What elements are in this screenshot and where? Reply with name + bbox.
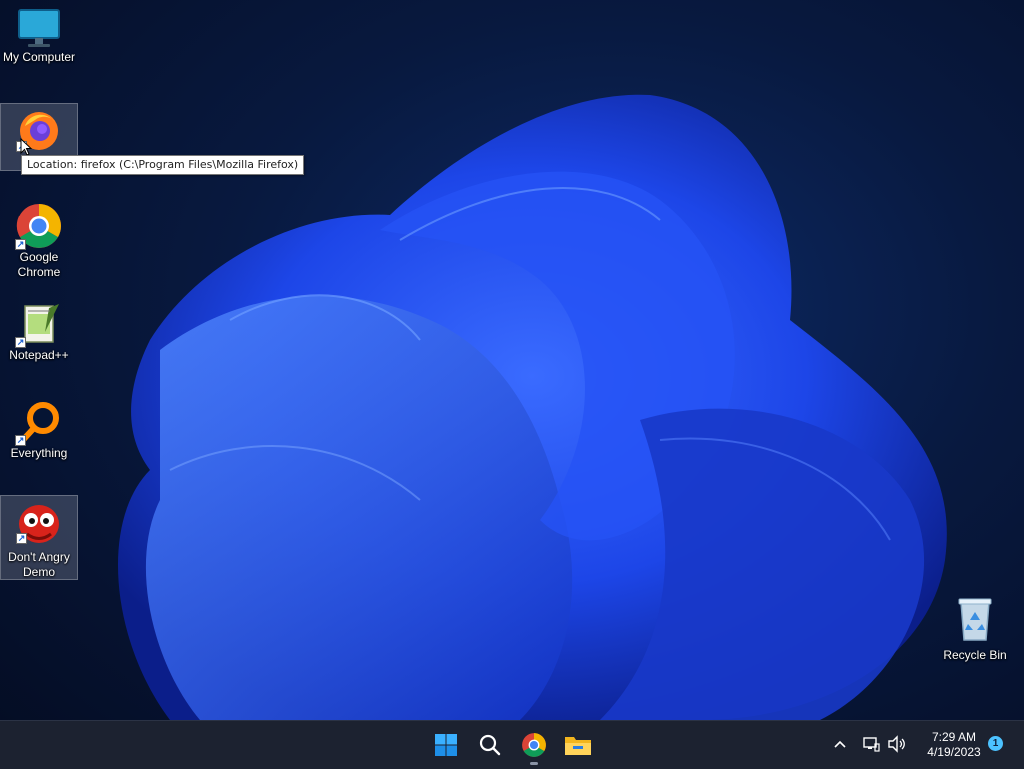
desktop-icon-recycle-bin[interactable]: Recycle Bin: [936, 596, 1014, 663]
recycle-bin-icon: [958, 598, 992, 641]
volume-button[interactable]: [887, 735, 907, 756]
monitor-icon: [18, 9, 60, 47]
chevron-up-icon: [834, 740, 846, 748]
chrome-icon: [522, 733, 546, 757]
shortcut-arrow-icon: ↗: [15, 239, 26, 250]
desktop-wallpaper: [118, 94, 947, 720]
search-button[interactable]: [474, 729, 506, 761]
desktop-icon-label: Notepad++: [9, 348, 69, 362]
start-button[interactable]: [430, 729, 462, 761]
taskbar-chrome-button[interactable]: [518, 729, 550, 761]
desktop-icon-my-computer[interactable]: My Computer: [0, 6, 78, 65]
desktop-icon-dont-angry-demo[interactable]: ↗ Don't Angry Demo: [0, 495, 78, 580]
show-hidden-icons-button[interactable]: [832, 736, 848, 755]
location-tooltip: Location: firefox (C:\Program Files\Mozi…: [21, 155, 305, 175]
desktop-icon-label: Don't Angry Demo: [8, 550, 70, 579]
search-icon: [479, 734, 501, 756]
start-icon: [435, 734, 457, 756]
mouse-cursor-icon: [20, 138, 32, 156]
desktop-icon-google-chrome[interactable]: ↗ Google Chrome: [0, 202, 78, 280]
desktop-icon-label: Everything: [10, 446, 68, 460]
network-icon: [863, 737, 880, 752]
file-explorer-button[interactable]: [562, 729, 594, 761]
speaker-icon: [888, 735, 905, 753]
shortcut-arrow-icon: ↗: [15, 435, 26, 446]
desktop-icon-label: Google Chrome: [17, 250, 61, 279]
shortcut-arrow-icon: ↗: [15, 337, 26, 348]
taskbar: 7:29 AM 4/19/2023: [0, 720, 1024, 769]
running-app-indicator: [530, 762, 538, 765]
notification-badge[interactable]: 1: [988, 736, 1003, 751]
desktop-icon-label: Recycle Bin: [943, 648, 1007, 662]
clock[interactable]: 7:29 AM 4/19/2023: [916, 730, 992, 760]
clock-date: 4/19/2023: [927, 745, 981, 759]
desktop-icon-label: My Computer: [2, 50, 76, 64]
desktop-icon-notepad-plus-plus[interactable]: ↗ Notepad++: [0, 302, 78, 363]
clock-time: 7:29 AM: [931, 730, 977, 744]
shortcut-arrow-icon: ↗: [16, 533, 27, 544]
file-explorer-icon: [565, 737, 591, 755]
network-button[interactable]: [862, 735, 880, 756]
desktop-icon-everything[interactable]: ↗ Everything: [0, 400, 78, 461]
